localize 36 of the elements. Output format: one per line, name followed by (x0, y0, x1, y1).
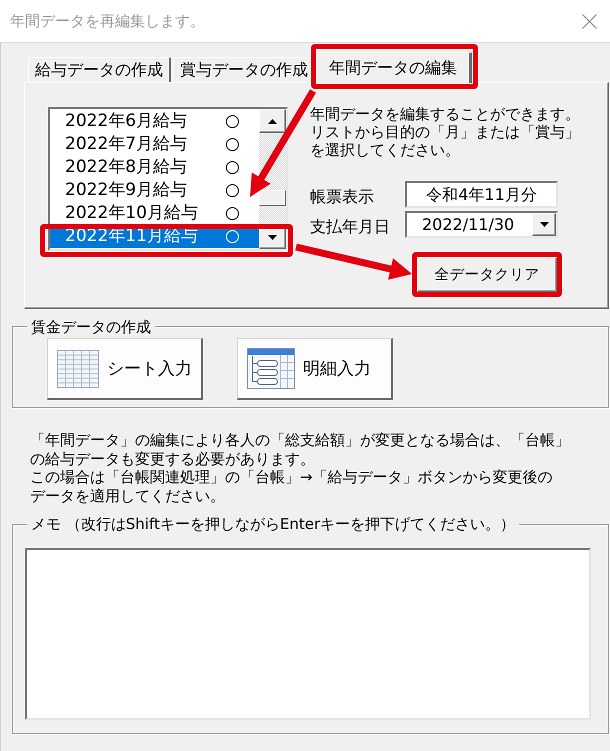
status-symbol: ○ (225, 159, 240, 176)
tab[interactable]: 給与データの作成 (28, 57, 171, 82)
field-label: 帳票表示 (310, 186, 375, 206)
down-triangle-icon (540, 222, 548, 227)
dropdown-button[interactable] (532, 213, 556, 236)
memo-field[interactable] (25, 548, 591, 720)
list-item[interactable]: 2022年6月給与 ○ (50, 110, 240, 133)
field-label: 支払年月日 (310, 216, 391, 236)
tree-list-icon (247, 348, 295, 389)
status-symbol: ○ (225, 182, 240, 199)
group-title: メモ （改行はShiftキーを押しながらEnterキーを押下げてください。） (27, 515, 520, 533)
grid-icon (57, 350, 99, 388)
group-title: 賃金データの作成 (27, 318, 155, 336)
text-field[interactable]: 令和4年11月分 (405, 181, 558, 208)
notice-text: 「年間データ」の編集により各人の「総支給額」が変更となる場合は、「台帳」の給与データも変更する必要があります。 (30, 431, 571, 468)
list-item[interactable]: 2022年9月給与 ○ (50, 179, 240, 202)
window-title: 年間データを再編集します。 (10, 12, 205, 30)
clear-data-button[interactable]: 全データクリア (417, 257, 557, 292)
scrollbar-thumb[interactable] (259, 190, 286, 206)
sheet-entry-button[interactable]: シート入力 (47, 338, 203, 400)
status-symbol: ○ (225, 113, 240, 130)
scroll-up-button[interactable] (259, 109, 286, 133)
down-triangle-icon (268, 234, 277, 240)
dropdown-field[interactable]: 2022/11/30 (405, 211, 558, 238)
notice-text: この場合は「台帳関連処理」の「台帳」→「給与データ」ボタンから変更後のデータを適用してください。 (30, 468, 554, 505)
tab[interactable]: 年間データの編集 (316, 52, 472, 83)
status-symbol: ○ (225, 136, 240, 153)
status-symbol: ○ (225, 228, 241, 245)
status-symbol: ○ (225, 205, 240, 222)
list-item[interactable]: 2022年8月給与 ○ (50, 156, 240, 179)
list-item[interactable]: 2022年7月給与 ○ (50, 133, 240, 156)
up-triangle-icon (268, 118, 277, 124)
list-item[interactable]: 2022年10月給与 ○ (50, 202, 240, 225)
detail-entry-button[interactable]: 明細入力 (237, 338, 393, 400)
close-icon[interactable] (582, 14, 597, 28)
description-text: 年間データを編集することができます。リストから目的の「月」または「賞与」を選択してください。 (310, 105, 581, 159)
